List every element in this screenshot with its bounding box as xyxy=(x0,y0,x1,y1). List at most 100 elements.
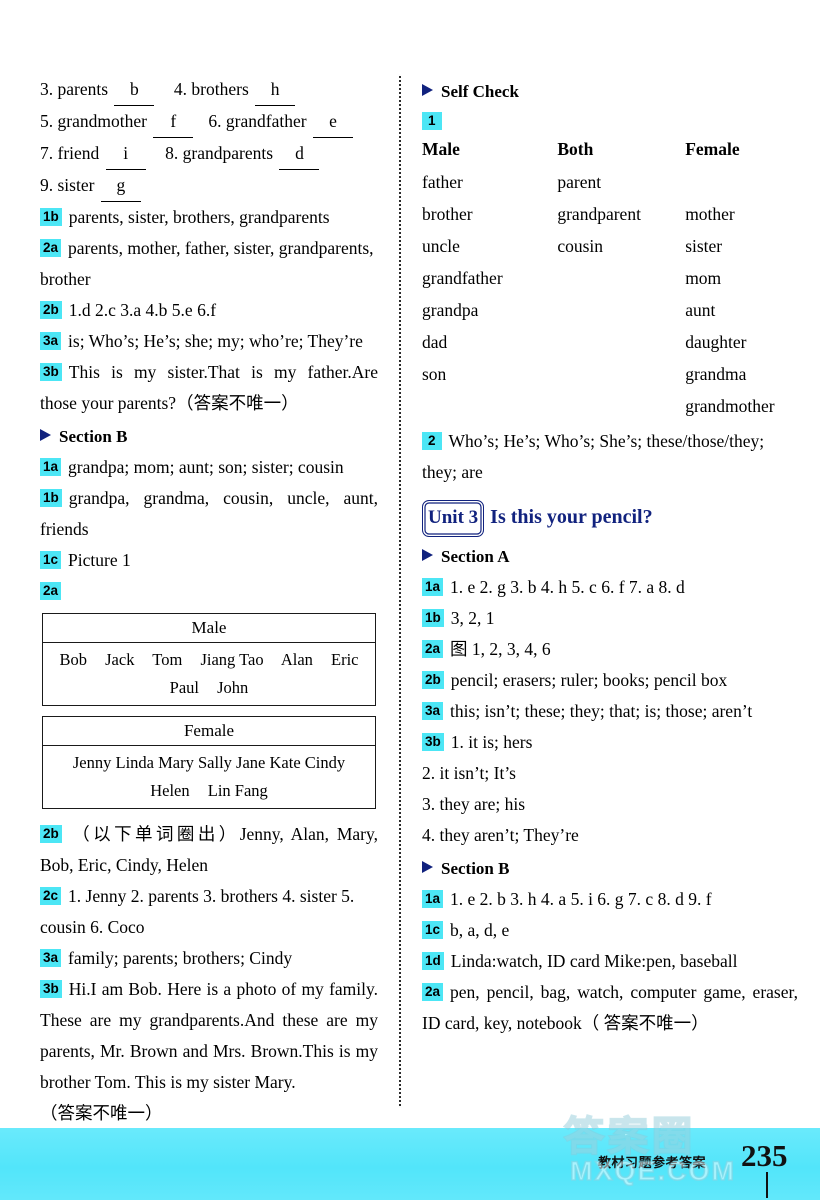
answer-text-a1a: 1. e 2. g 3. b 4. h 5. c 6. f 7. a 8. d xyxy=(450,577,685,597)
female-name: Jenny xyxy=(72,753,112,772)
male-name: Eric xyxy=(331,650,359,669)
item-4-answer: h xyxy=(255,74,296,106)
male-word: brother xyxy=(422,204,473,224)
section-a-heading: Section A xyxy=(422,541,798,572)
badge-rb2a: 2a xyxy=(422,983,444,1001)
matching-row-3: 7. friend i 8. grandparents d xyxy=(40,138,378,170)
answer-item-2a: 2a parents, mother, father, sister, grand… xyxy=(40,233,378,295)
answer-text-3b: This is my sister.That is my father.Are … xyxy=(40,362,378,413)
triangle-bullet-icon xyxy=(422,861,433,873)
answer-text-2b: 1.d 2.c 3.a 4.b 5.e 6.f xyxy=(68,300,217,320)
page-columns: 3. parents b 4. brothers h 5. grandmothe… xyxy=(0,0,820,1128)
item-5-answer: f xyxy=(153,106,194,138)
table-row: father parent xyxy=(422,166,798,198)
self-check-label: Self Check xyxy=(441,82,519,101)
item-9-label: 9. sister xyxy=(40,175,95,195)
answer-text-b2b: （以下单词圈出）Jenny, Alan, Mary, Bob, Eric, Ci… xyxy=(40,824,378,875)
male-names-table: Male Bob Jack Tom Jiang Tao Alan Eric Pa… xyxy=(42,613,376,706)
answer-item-b1b: 1b grandpa, grandma, cousin, uncle, aunt,… xyxy=(40,483,378,545)
badge-b2b: 2b xyxy=(40,825,62,843)
female-word: sister xyxy=(685,236,723,256)
badge-2: 2 xyxy=(422,432,442,450)
answer-item-a3b-2: 2. it isn’t; It’s xyxy=(422,758,798,789)
badge-b2a: 2a xyxy=(40,582,62,600)
page-footer: 教材习题参考答案 235 xyxy=(0,1128,820,1200)
both-word xyxy=(557,390,685,422)
table-row: brother grandparent mother xyxy=(422,198,798,230)
male-table-row-1: Bob Jack Tom Jiang Tao Alan Eric Paul Jo… xyxy=(43,643,375,705)
male-word: grandpa xyxy=(422,300,479,320)
answer-text-1b: parents, sister, brothers, grandparents xyxy=(68,207,330,227)
badge-b2c: 2c xyxy=(40,887,62,905)
badge-2a: 2a xyxy=(40,239,62,257)
answer-text-a2b: pencil; erasers; ruler; books; pencil bo… xyxy=(450,670,728,690)
table-row: dad daughter xyxy=(422,326,798,358)
male-name: Tom xyxy=(152,650,183,669)
table-row: grandmother xyxy=(422,390,798,422)
column-header-male: Male xyxy=(422,139,460,159)
male-name: Jiang Tao xyxy=(200,650,264,669)
answer-item-3b: 3b This is my sister.That is my father.Ar… xyxy=(40,357,378,419)
answer-item-a3b-3: 3. they are; his xyxy=(422,789,798,820)
column-header-both: Both xyxy=(557,139,594,159)
answer-text-a2a: 图 1, 2, 3, 4, 6 xyxy=(450,639,551,659)
answer-text-a3b-2: 2. it isn’t; It’s xyxy=(422,763,516,783)
badge-3a: 3a xyxy=(40,332,62,350)
badge-b1b: 1b xyxy=(40,489,62,507)
both-word xyxy=(557,326,685,358)
badge-3b: 3b xyxy=(40,363,62,381)
triangle-bullet-icon xyxy=(422,549,433,561)
badge-1b: 1b xyxy=(40,208,62,226)
footer-tick-mark xyxy=(766,1172,768,1198)
badge-rb1c: 1c xyxy=(422,921,444,939)
answer-item-rb1c: 1c b, a, d, e xyxy=(422,915,798,946)
female-name: Cindy xyxy=(304,753,346,772)
footer-label: 教材习题参考答案 xyxy=(598,1155,707,1170)
answer-item-3a: 3a is; Who’s; He’s; she; my; who’re; They… xyxy=(40,326,378,357)
answer-key-page: 3. parents b 4. brothers h 5. grandmothe… xyxy=(0,0,820,1200)
unit-title: Unit 3 Is this your pencil? xyxy=(422,500,798,537)
answer-text-a1b: 3, 2, 1 xyxy=(450,608,495,628)
answer-text-b1b: grandpa, grandma, cousin, uncle, aunt, f… xyxy=(40,488,378,539)
answer-text-a3b: 1. it is; hers xyxy=(450,732,533,752)
female-word: mom xyxy=(685,268,722,288)
female-name: Linda xyxy=(115,753,155,772)
female-table-header: Female xyxy=(43,717,375,746)
self-check-badge-row: 1 xyxy=(422,107,798,135)
female-word: mother xyxy=(685,204,735,224)
answer-item-b2c: 2c 1. Jenny 2. parents 3. brothers 4. sis… xyxy=(40,881,378,943)
answer-item-a3a: 3a this; isn’t; these; they; that; is; th… xyxy=(422,696,798,727)
answer-item-a3b-4: 4. they aren’t; They’re xyxy=(422,820,798,851)
answer-text-2a: parents, mother, father, sister, grandpa… xyxy=(40,238,374,289)
badge-a1b: 1b xyxy=(422,609,444,627)
matching-row-4: 9. sister g xyxy=(40,170,378,202)
answer-item-rb2a: 2a pen, pencil, bag, watch, computer game… xyxy=(422,977,798,1039)
badge-b3a: 3a xyxy=(40,949,62,967)
badge-a1a: 1a xyxy=(422,578,444,596)
triangle-bullet-icon xyxy=(40,429,51,441)
badge-b1c: 1c xyxy=(40,551,62,569)
answer-item-a1b: 1b 3, 2, 1 xyxy=(422,603,798,634)
answer-text-b1c: Picture 1 xyxy=(68,550,131,570)
female-word: grandma xyxy=(685,364,747,384)
female-word: aunt xyxy=(685,300,716,320)
table-row: grandpa aunt xyxy=(422,294,798,326)
badge-a2b: 2b xyxy=(422,671,444,689)
answer-text-b3b: Hi.I am Bob. Here is a photo of my famil… xyxy=(40,979,378,1092)
male-word xyxy=(422,390,557,422)
matching-row-1: 3. parents b 4. brothers h xyxy=(40,74,378,106)
badge-rb1d: 1d xyxy=(422,952,444,970)
female-word xyxy=(685,166,798,198)
female-name: Sally xyxy=(198,753,232,772)
unit-title-text: Is this your pencil? xyxy=(490,506,653,528)
item-9-answer: g xyxy=(100,170,141,202)
answer-text-rb2a: pen, pencil, bag, watch, computer game, … xyxy=(422,982,798,1033)
badge-a2a: 2a xyxy=(422,640,444,658)
right-column: Self Check 1 Male Both Female father par… xyxy=(400,0,820,1128)
badge-a3b: 3b xyxy=(422,733,444,751)
item-6-label: 6. grandfather xyxy=(208,111,307,131)
matching-row-2: 5. grandmother f 6. grandfather e xyxy=(40,106,378,138)
both-word xyxy=(557,358,685,390)
item-4-label: 4. brothers xyxy=(173,79,249,99)
answer-note-text: （答案不唯一） xyxy=(40,1103,163,1123)
